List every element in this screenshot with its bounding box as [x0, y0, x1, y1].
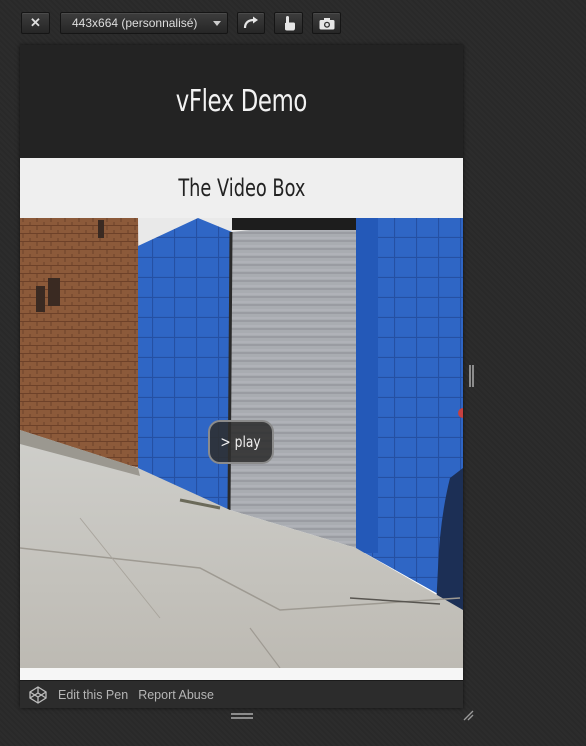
play-label: > play	[220, 433, 262, 451]
section-header: The Video Box	[20, 158, 463, 218]
video-box[interactable]: > play	[20, 218, 463, 668]
edit-pen-link[interactable]: Edit this Pen	[58, 688, 128, 702]
screenshot-button[interactable]	[312, 12, 341, 34]
close-icon: ✕	[30, 15, 41, 30]
resize-handle-right[interactable]	[469, 365, 474, 387]
close-button[interactable]: ✕	[21, 12, 50, 34]
rotate-button[interactable]	[237, 12, 265, 34]
pen-footer: Edit this Pen Report Abuse	[20, 680, 463, 708]
app-header: vFlex Demo	[20, 45, 463, 158]
codepen-icon[interactable]	[29, 685, 49, 705]
section-title: The Video Box	[177, 174, 306, 202]
preview-frame: vFlex Demo The Video Box > play Edit thi…	[20, 45, 463, 708]
camera-icon	[319, 17, 334, 29]
frame-bottom-strip	[20, 668, 463, 680]
page-title: vFlex Demo	[175, 84, 308, 119]
viewport-size-select[interactable]: 443x664 (personnalisé)	[60, 12, 228, 34]
resize-corner-icon[interactable]	[462, 709, 474, 721]
chevron-down-icon	[213, 21, 221, 26]
viewport-size-label: 443x664 (personnalisé)	[72, 16, 198, 30]
play-button[interactable]: > play	[208, 420, 274, 464]
report-abuse-link[interactable]: Report Abuse	[138, 688, 214, 702]
touch-icon	[284, 16, 295, 31]
touch-mode-button[interactable]	[274, 12, 303, 34]
rotate-icon	[243, 16, 258, 29]
resize-handle-bottom[interactable]	[231, 713, 253, 719]
